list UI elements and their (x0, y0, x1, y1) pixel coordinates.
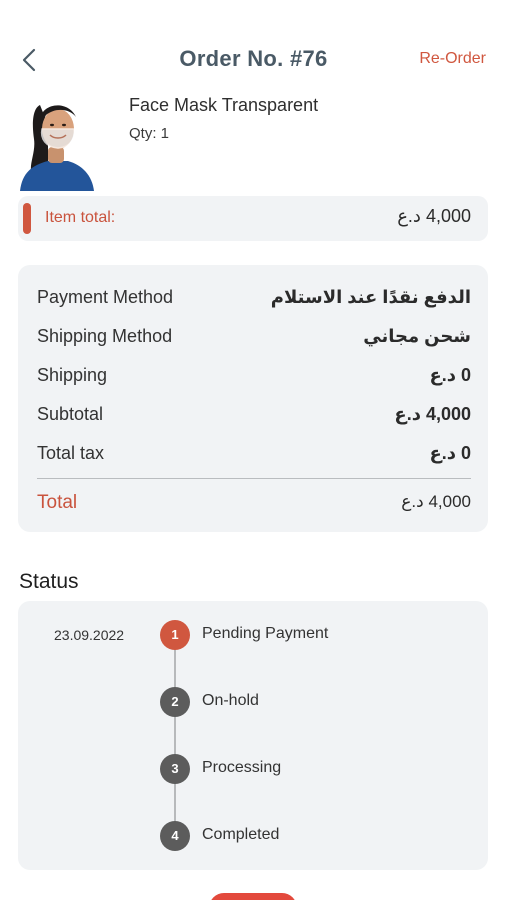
status-heading: Status (19, 570, 79, 593)
summary-divider (37, 478, 471, 479)
step-number-badge: 2 (160, 687, 190, 717)
item-total-label: Item total: (45, 209, 116, 226)
summary-value: 0 د.ع (429, 443, 471, 463)
summary-label: Shipping Method (37, 326, 173, 346)
step-label: Completed (202, 826, 280, 843)
step-label: Processing (202, 759, 282, 776)
summary-value: الدفع نقدًا عند الاستلام (270, 287, 471, 307)
item-total-card: Item total: 4,000 د.ع (18, 196, 488, 241)
order-summary-card: Payment Method الدفع نقدًا عند الاستلام … (18, 265, 488, 532)
item-total-value: 4,000 د.ع (397, 206, 471, 226)
summary-label: Payment Method (37, 287, 174, 307)
status-timeline: 23.09.2022 1 Pending Payment 2 On-hold 3… (18, 601, 488, 870)
reorder-button[interactable]: Re-Order (419, 50, 486, 68)
summary-label: Shipping (37, 365, 108, 385)
summary-value: 0 د.ع (429, 365, 471, 385)
summary-row-shipping-method: Shipping Method شحن مجاني (37, 326, 471, 350)
order-product[interactable]: Face Mask Transparent Qty: 1 (18, 95, 489, 195)
step-number-badge: 1 (160, 620, 190, 650)
product-image (20, 105, 94, 191)
summary-row-shipping: Shipping 0 د.ع (37, 365, 471, 389)
product-quantity: Qty: 1 (129, 125, 170, 142)
step-number-badge: 4 (160, 821, 190, 851)
app-header: Order No. #76 Re-Order (0, 40, 507, 80)
bottom-action-button[interactable] (209, 893, 297, 900)
total-label: Total (37, 492, 78, 513)
summary-value: شحن مجاني (363, 326, 471, 346)
step-number-badge: 3 (160, 754, 190, 784)
step-label: On-hold (202, 692, 259, 709)
step-label: Pending Payment (202, 625, 329, 642)
summary-row-payment-method: Payment Method الدفع نقدًا عند الاستلام (37, 287, 471, 311)
accent-bar (23, 203, 31, 234)
summary-row-total-tax: Total tax 0 د.ع (37, 443, 471, 467)
summary-label: Subtotal (37, 404, 104, 424)
product-name: Face Mask Transparent (129, 95, 319, 115)
summary-row-subtotal: Subtotal 4,000 د.ع (37, 404, 471, 428)
total-value: 4,000 د.ع (401, 492, 471, 511)
timeline-line (174, 635, 176, 837)
summary-label: Total tax (37, 443, 105, 463)
status-date: 23.09.2022 (54, 627, 125, 643)
summary-value: 4,000 د.ع (394, 404, 471, 424)
summary-row-total: Total 4,000 د.ع (37, 492, 471, 516)
